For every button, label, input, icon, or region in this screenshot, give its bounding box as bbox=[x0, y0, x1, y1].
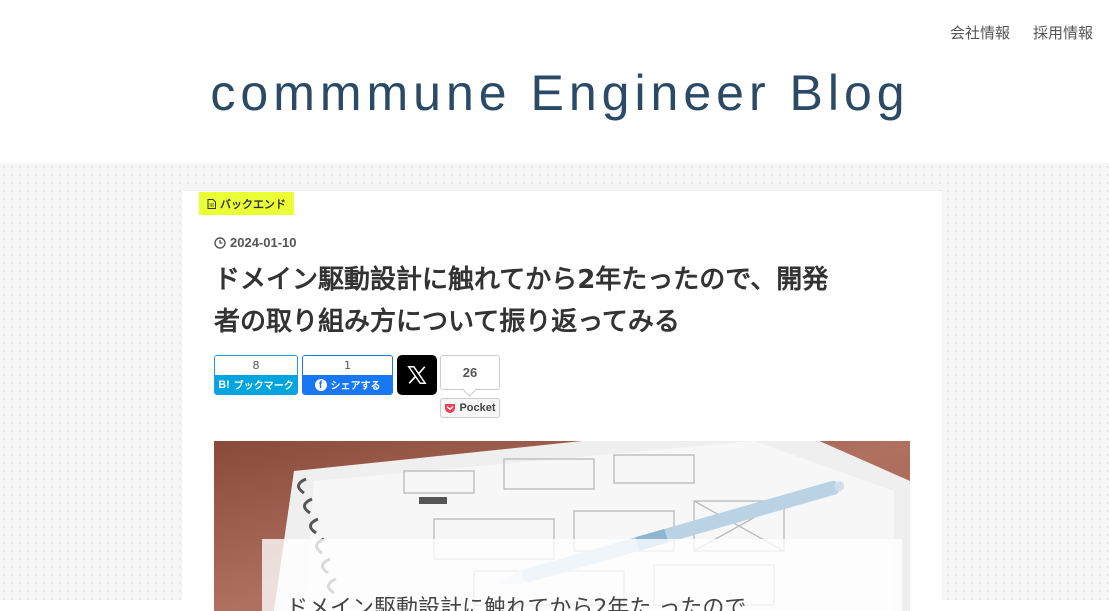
site-title[interactable]: commmune Engineer Blog bbox=[0, 64, 1109, 122]
article-card: バックエンド 2024-01-10 ドメイン駆動設計に触れてから2年たったので、… bbox=[182, 191, 942, 611]
eyecatch-image: ドメイン駆動設計に触れてから2年た ったので bbox=[214, 441, 910, 611]
eyecatch-caption: ドメイン駆動設計に触れてから2年た ったので bbox=[286, 596, 747, 611]
nav-company-info[interactable]: 会社情報 bbox=[950, 22, 1010, 43]
post-title: ドメイン駆動設計に触れてから2年たったので、開発 者の取り組み方について振り返っ… bbox=[214, 259, 914, 343]
post-title-line-2: 者の取り組み方について振り返ってみる bbox=[214, 307, 680, 337]
file-icon bbox=[207, 198, 216, 209]
pocket-count: 26 bbox=[440, 355, 500, 390]
facebook-icon: f bbox=[314, 378, 327, 391]
nav-recruit-info[interactable]: 採用情報 bbox=[1033, 22, 1093, 43]
category-badge[interactable]: バックエンド bbox=[199, 192, 294, 215]
facebook-count: 1 bbox=[303, 356, 392, 375]
post-date: 2024-01-10 bbox=[214, 235, 297, 250]
top-nav: 会社情報 採用情報 bbox=[950, 22, 1093, 43]
hatena-icon: B! bbox=[218, 378, 230, 391]
hatena-label: ブックマーク bbox=[233, 381, 294, 392]
category-label: バックエンド bbox=[220, 197, 286, 211]
hatena-bookmark-button[interactable]: 8 B! ブックマーク bbox=[214, 355, 298, 395]
facebook-label: シェアする bbox=[330, 381, 381, 392]
pocket-button[interactable]: Pocket bbox=[440, 398, 500, 418]
x-logo-icon bbox=[407, 366, 427, 384]
hatena-count: 8 bbox=[215, 356, 297, 375]
facebook-share-button[interactable]: 1 f シェアする bbox=[302, 355, 393, 395]
x-share-button[interactable] bbox=[397, 355, 437, 395]
post-date-text: 2024-01-10 bbox=[230, 235, 297, 250]
clock-icon bbox=[214, 236, 226, 249]
pocket-label: Pocket bbox=[459, 402, 496, 414]
pocket-icon bbox=[445, 403, 456, 413]
post-title-line-1: ドメイン駆動設計に触れてから2年たったので、開発 bbox=[214, 265, 829, 295]
site-header: 会社情報 採用情報 commmune Engineer Blog bbox=[0, 0, 1109, 163]
